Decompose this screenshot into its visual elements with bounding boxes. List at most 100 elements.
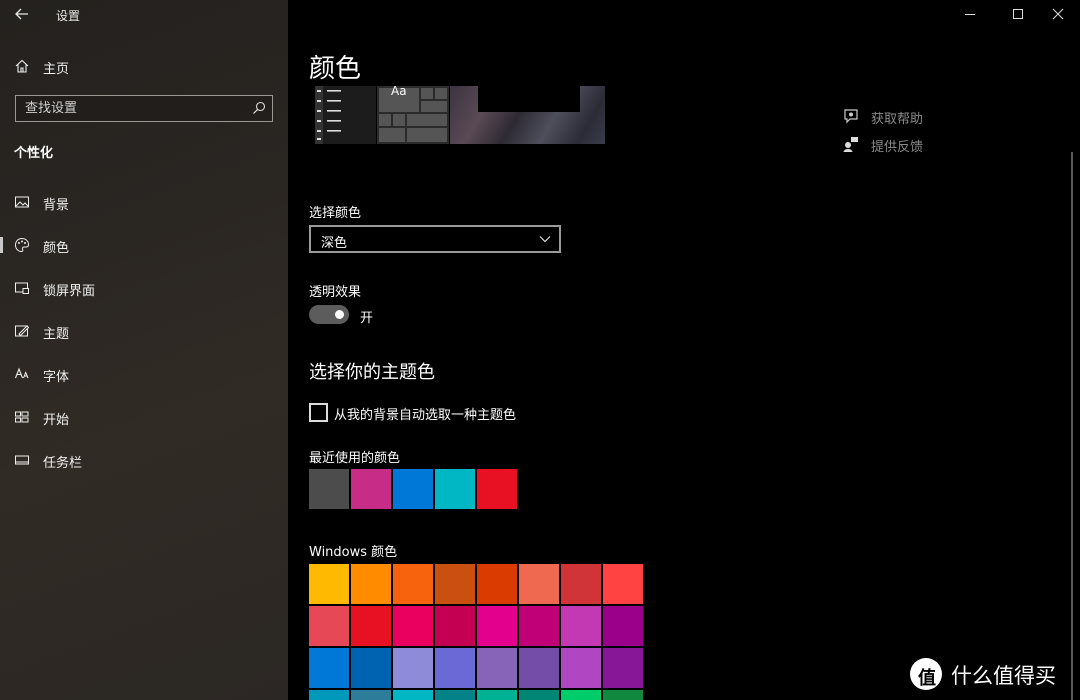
recent-colors-label: 最近使用的颜色 xyxy=(309,451,401,466)
sidebar-item-label: 颜色 xyxy=(43,241,70,256)
main-content: 颜色 Aa 获取帮助 提供反馈 选择颜色 深色 透明效果 开 选择你的主题色 从… xyxy=(288,0,1080,700)
windows-color-swatch[interactable] xyxy=(603,648,643,688)
minimize-icon xyxy=(965,14,975,15)
windows-color-swatch[interactable] xyxy=(309,648,349,688)
themes-icon xyxy=(15,325,30,337)
recent-color-swatch[interactable] xyxy=(351,469,391,509)
preview-start-menu xyxy=(315,86,376,144)
search-icon[interactable] xyxy=(252,101,266,115)
sidebar: 设置 主页 个性化 背景 颜色 锁屏界面 xyxy=(0,0,288,700)
sidebar-item-label: 主题 xyxy=(43,327,70,342)
lock-screen-icon xyxy=(15,282,29,294)
windows-color-swatch[interactable] xyxy=(435,606,475,646)
windows-color-swatch[interactable] xyxy=(519,690,559,700)
recent-color-swatch[interactable] xyxy=(435,469,475,509)
transparency-label: 透明效果 xyxy=(309,285,362,300)
windows-color-swatch[interactable] xyxy=(477,648,517,688)
auto-accent-checkbox[interactable] xyxy=(309,403,328,422)
home-icon xyxy=(15,59,29,73)
start-icon xyxy=(15,411,29,423)
page-title: 颜色 xyxy=(309,54,362,84)
sidebar-item-background[interactable]: 背景 xyxy=(0,187,288,217)
windows-color-swatch[interactable] xyxy=(351,648,391,688)
windows-color-swatch[interactable] xyxy=(435,690,475,700)
minimize-button[interactable] xyxy=(950,0,990,30)
dropdown-value: 深色 xyxy=(321,236,348,251)
windows-color-swatch[interactable] xyxy=(393,564,433,604)
maximize-button[interactable] xyxy=(998,0,1038,30)
taskbar-icon xyxy=(15,455,29,465)
color-preview: Aa xyxy=(315,84,605,144)
preview-tiles: Aa xyxy=(377,84,449,144)
preview-wallpaper xyxy=(450,86,605,144)
scrollbar[interactable] xyxy=(1071,152,1073,700)
sidebar-item-taskbar[interactable]: 任务栏 xyxy=(0,445,288,475)
sidebar-item-label: 锁屏界面 xyxy=(43,284,96,299)
sidebar-item-lock-screen[interactable]: 锁屏界面 xyxy=(0,273,288,303)
choose-color-label: 选择颜色 xyxy=(309,206,362,221)
watermark-text: 什么值得买 xyxy=(951,664,1056,688)
feedback-icon xyxy=(843,137,858,152)
windows-color-swatch[interactable] xyxy=(351,690,391,700)
title-bar: 设置 xyxy=(0,0,288,30)
recent-color-swatch[interactable] xyxy=(309,469,349,509)
windows-color-swatch[interactable] xyxy=(519,564,559,604)
windows-color-swatch[interactable] xyxy=(603,690,643,700)
toggle-knob xyxy=(335,310,344,319)
windows-color-swatch[interactable] xyxy=(561,690,601,700)
windows-color-swatch[interactable] xyxy=(351,606,391,646)
watermark-logo: 值 xyxy=(910,658,942,690)
image-icon xyxy=(15,196,29,208)
app-title: 设置 xyxy=(56,9,81,23)
windows-color-swatch[interactable] xyxy=(561,606,601,646)
toggle-state: 开 xyxy=(360,311,374,326)
chevron-down-icon xyxy=(539,236,551,243)
sidebar-item-home[interactable]: 主页 xyxy=(0,52,288,80)
windows-color-swatch[interactable] xyxy=(435,648,475,688)
windows-color-swatch[interactable] xyxy=(309,690,349,700)
windows-color-swatch[interactable] xyxy=(519,648,559,688)
palette-icon xyxy=(14,237,30,253)
windows-color-swatch[interactable] xyxy=(393,690,433,700)
windows-color-swatch[interactable] xyxy=(393,606,433,646)
sidebar-item-label: 开始 xyxy=(43,413,70,428)
search-input[interactable] xyxy=(16,96,246,121)
help-chat-icon xyxy=(844,109,858,124)
windows-color-swatch[interactable] xyxy=(435,564,475,604)
close-icon xyxy=(1052,8,1064,20)
sidebar-item-themes[interactable]: 主题 xyxy=(0,316,288,346)
windows-color-swatch[interactable] xyxy=(477,690,517,700)
watermark: 值 什么值得买 xyxy=(910,656,1080,696)
sidebar-item-label: 任务栏 xyxy=(43,456,83,471)
windows-color-swatch[interactable] xyxy=(561,648,601,688)
windows-color-swatch[interactable] xyxy=(309,606,349,646)
back-arrow-icon xyxy=(15,8,28,20)
search-box xyxy=(15,95,273,122)
sidebar-item-start[interactable]: 开始 xyxy=(0,402,288,432)
close-button[interactable] xyxy=(1038,0,1078,30)
windows-color-swatch[interactable] xyxy=(603,606,643,646)
windows-color-swatch[interactable] xyxy=(519,606,559,646)
selection-indicator xyxy=(0,237,3,253)
windows-color-swatch[interactable] xyxy=(477,564,517,604)
windows-color-swatch[interactable] xyxy=(351,564,391,604)
windows-color-swatch[interactable] xyxy=(561,564,601,604)
recent-color-swatch[interactable] xyxy=(393,469,433,509)
sidebar-item-label: 主页 xyxy=(43,62,70,77)
recent-color-swatch[interactable] xyxy=(477,469,517,509)
windows-color-swatch[interactable] xyxy=(393,648,433,688)
accent-color-heading: 选择你的主题色 xyxy=(309,362,435,383)
windows-color-swatch[interactable] xyxy=(477,606,517,646)
preview-tile-text: Aa xyxy=(391,84,407,98)
font-icon xyxy=(14,367,29,379)
sidebar-item-colors[interactable]: 颜色 xyxy=(0,230,288,260)
section-title: 个性化 xyxy=(14,146,54,161)
windows-color-swatch[interactable] xyxy=(309,564,349,604)
transparency-toggle[interactable] xyxy=(309,305,349,324)
windows-color-swatch[interactable] xyxy=(603,564,643,604)
windows-colors-label: Windows 颜色 xyxy=(309,545,398,560)
sidebar-item-label: 背景 xyxy=(43,198,70,213)
back-button[interactable] xyxy=(10,4,34,26)
sidebar-item-fonts[interactable]: 字体 xyxy=(0,359,288,389)
color-mode-dropdown[interactable]: 深色 xyxy=(309,225,561,253)
